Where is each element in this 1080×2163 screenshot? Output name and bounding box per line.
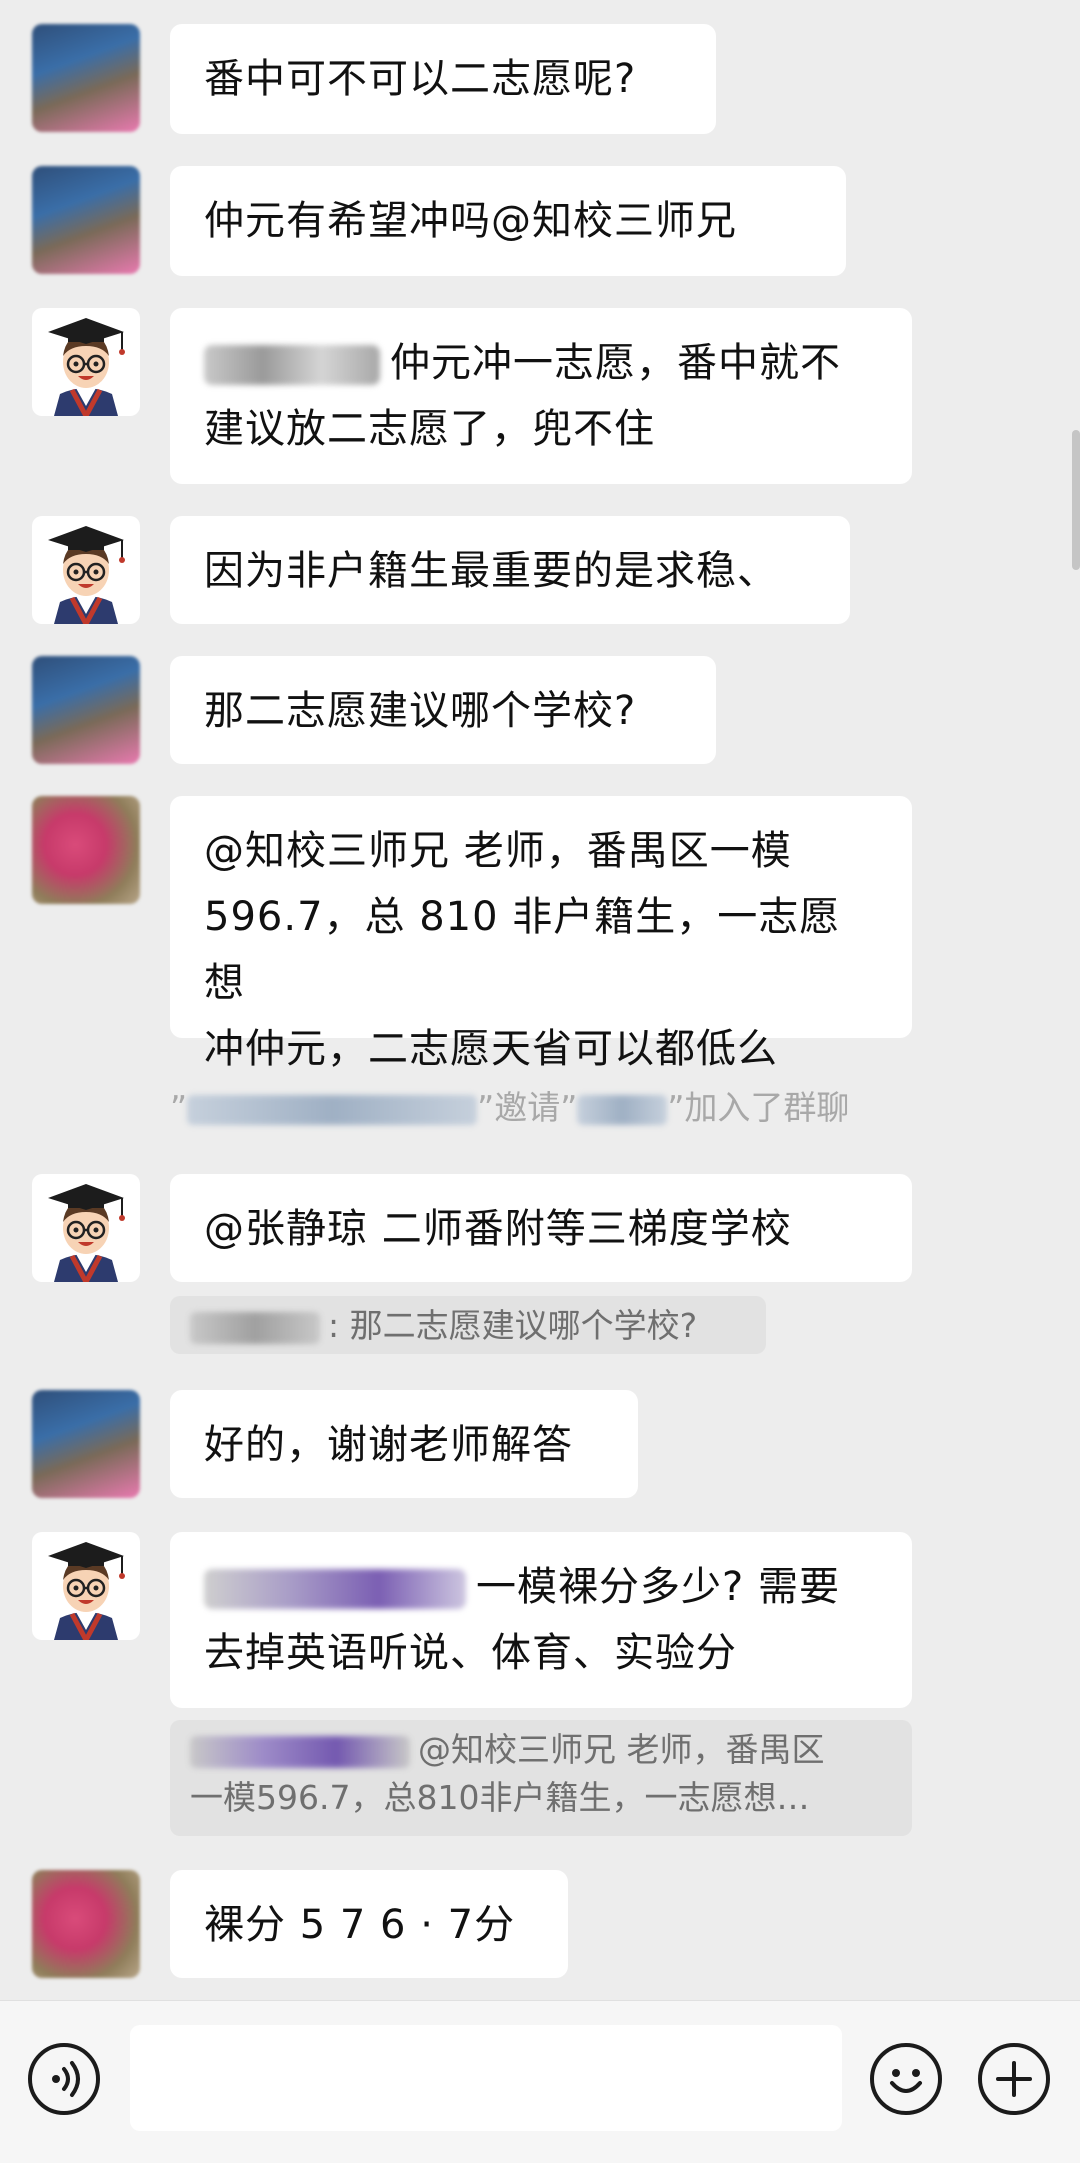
message-line: 仲元冲一志愿，番中就不: [204, 330, 878, 396]
chat-area[interactable]: 番中可不可以二志愿呢? 仲元有希望冲吗@知校三师兄 仲元冲一志愿，番中就不 建议…: [0, 0, 1080, 2000]
avatar[interactable]: [32, 1532, 140, 1640]
message-text: 那二志愿建议哪个学校?: [204, 688, 637, 734]
redacted-name: [190, 1311, 320, 1344]
redacted-name: [190, 1735, 410, 1768]
message-bubble[interactable]: @知校三师兄 老师，番禺区一模 596.7，总 810 非户籍生，一志愿想 冲仲…: [170, 796, 912, 1072]
message-line: 596.7，总 810 非户籍生，一志愿想: [204, 894, 841, 1006]
avatar[interactable]: [32, 308, 140, 416]
redacted-name: [204, 1569, 466, 1609]
avatar[interactable]: [32, 796, 140, 904]
message-text: 裸分 5 7 6 · 7分: [204, 1902, 516, 1948]
emoji-icon: [890, 2069, 922, 2093]
message-bubble[interactable]: 仲元有希望冲吗@知校三师兄: [170, 166, 846, 276]
message-input[interactable]: [130, 2025, 842, 2131]
avatar[interactable]: [32, 166, 140, 274]
message-text: 因为非户籍生最重要的是求稳、: [204, 548, 778, 594]
avatar[interactable]: [32, 1174, 140, 1282]
more-button[interactable]: [978, 2043, 1050, 2115]
message-bubble[interactable]: 一模裸分多少? 需要 去掉英语听说、体育、实验分: [170, 1532, 912, 1708]
message-line: 冲仲元，二志愿天省可以都低么: [204, 1026, 778, 1072]
redacted-name: [204, 345, 380, 385]
quote-text: : 那二志愿建议哪个学校?: [328, 1306, 698, 1345]
message-text: 好的，谢谢老师解答: [204, 1422, 573, 1468]
graduate-avatar-icon: [48, 1184, 125, 1282]
system-notice: ” ”邀请” ”加入了群聊: [170, 1088, 850, 1127]
quoted-message[interactable]: @知校三师兄 老师，番禺区 一模596.7，总810非户籍生，一志愿想…: [170, 1720, 912, 1836]
avatar[interactable]: [32, 1870, 140, 1978]
avatar[interactable]: [32, 656, 140, 764]
voice-button[interactable]: [28, 2043, 100, 2115]
message-line: @知校三师兄 老师，番禺区一模: [204, 828, 792, 874]
quoted-message[interactable]: : 那二志愿建议哪个学校?: [170, 1296, 766, 1354]
input-bar: [0, 2000, 1080, 2163]
quote-line: @知校三师兄 老师，番禺区: [190, 1726, 892, 1774]
message-bubble[interactable]: 因为非户籍生最重要的是求稳、: [170, 516, 850, 624]
message-bubble[interactable]: @张静琼 二师番附等三梯度学校: [170, 1174, 912, 1282]
scrollbar[interactable]: [1072, 430, 1080, 570]
graduate-avatar-icon: [48, 526, 125, 624]
message-text: 仲元冲一志愿，番中就不: [390, 340, 841, 386]
message-text: 一模裸分多少? 需要: [476, 1564, 840, 1610]
avatar[interactable]: [32, 24, 140, 132]
plus-icon: [996, 2061, 1032, 2097]
message-line: 一模裸分多少? 需要: [204, 1554, 878, 1620]
voice-icon: [52, 2061, 80, 2097]
message-text: 番中可不可以二志愿呢?: [204, 56, 637, 102]
message-text: @张静琼 二师番附等三梯度学校: [204, 1206, 792, 1252]
message-bubble[interactable]: 好的，谢谢老师解答: [170, 1390, 638, 1498]
message-bubble[interactable]: 裸分 5 7 6 · 7分: [170, 1870, 568, 1978]
avatar[interactable]: [32, 1390, 140, 1498]
redacted-name: [187, 1094, 478, 1125]
avatar[interactable]: [32, 516, 140, 624]
emoji-button[interactable]: [870, 2043, 942, 2115]
message-line: 建议放二志愿了，兜不住: [204, 406, 655, 452]
message-line: 去掉英语听说、体育、实验分: [204, 1630, 737, 1676]
redacted-name: [577, 1094, 668, 1125]
message-bubble[interactable]: 那二志愿建议哪个学校?: [170, 656, 716, 764]
message-text: 仲元有希望冲吗@知校三师兄: [204, 198, 737, 244]
message-bubble[interactable]: 仲元冲一志愿，番中就不 建议放二志愿了，兜不住: [170, 308, 912, 484]
message-bubble[interactable]: 番中可不可以二志愿呢?: [170, 24, 716, 134]
graduate-avatar-icon: [48, 1542, 125, 1640]
quote-line: 一模596.7，总810非户籍生，一志愿想…: [190, 1778, 810, 1817]
graduate-avatar-icon: [48, 318, 125, 416]
